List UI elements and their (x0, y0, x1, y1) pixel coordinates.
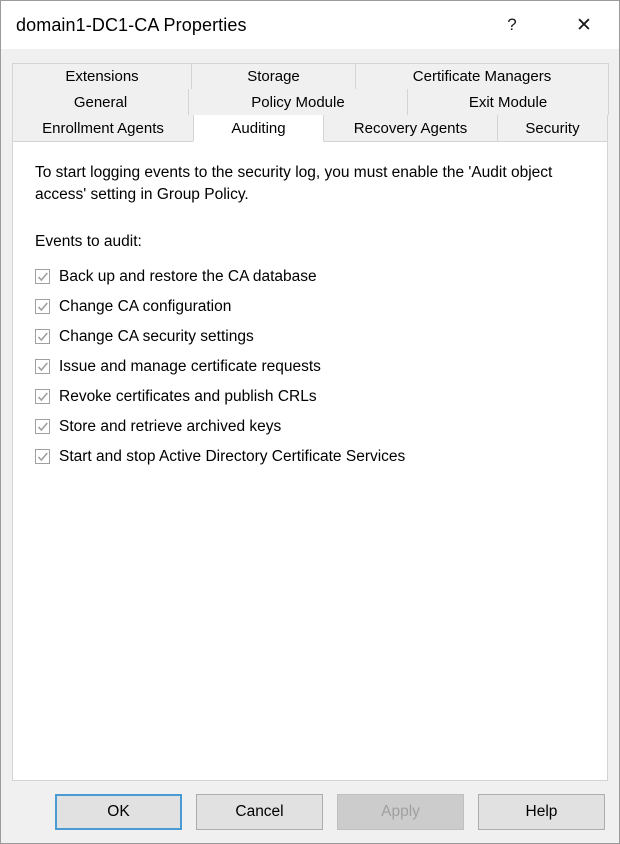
tab-certificate-managers[interactable]: Certificate Managers (355, 63, 609, 89)
checkbox-label: Issue and manage certificate requests (59, 357, 321, 375)
tab-storage[interactable]: Storage (191, 63, 356, 89)
tab-policy-module[interactable]: Policy Module (188, 89, 408, 115)
checkbox-row[interactable]: Issue and manage certificate requests (35, 352, 585, 382)
checkbox-label: Start and stop Active Directory Certific… (59, 447, 406, 465)
checkbox-label: Change CA security settings (59, 327, 254, 345)
apply-button: Apply (337, 794, 464, 830)
checkbox-label: Back up and restore the CA database (59, 267, 317, 285)
tab-extensions[interactable]: Extensions (12, 63, 192, 89)
tab-auditing[interactable]: Auditing (193, 115, 324, 142)
checkbox-row[interactable]: Back up and restore the CA database (35, 262, 585, 292)
tab-row-3: Enrollment Agents Auditing Recovery Agents… (12, 115, 608, 142)
close-icon[interactable]: ✕ (561, 5, 607, 45)
dialog-footer: OK Cancel Apply Help (1, 781, 619, 843)
checkbox-row[interactable]: Store and retrieve archived keys (35, 412, 585, 442)
help-icon[interactable]: ? (489, 5, 535, 45)
title-bar-buttons: ? ✕ (489, 1, 619, 49)
auditing-tab-panel: To start logging events to the security … (12, 141, 608, 781)
checkbox-checked-icon[interactable] (35, 359, 50, 375)
tab-security[interactable]: Security (497, 115, 608, 141)
cancel-button[interactable]: Cancel (196, 794, 323, 830)
checkbox-row[interactable]: Start and stop Active Directory Certific… (35, 442, 585, 472)
tab-general[interactable]: General (12, 89, 189, 115)
properties-dialog: domain1-DC1-CA Properties ? ✕ Extensions… (0, 0, 620, 844)
checkbox-checked-icon[interactable] (35, 389, 50, 405)
checkbox-checked-icon[interactable] (35, 329, 50, 345)
events-to-audit-label: Events to audit: (35, 232, 142, 250)
tab-recovery-agents[interactable]: Recovery Agents (323, 115, 498, 141)
tab-strip: Extensions Storage Certificate Managers Gen… (1, 49, 619, 142)
checkbox-row[interactable]: Revoke certificates and publish CRLs (35, 382, 585, 412)
title-bar: domain1-DC1-CA Properties ? ✕ (1, 1, 619, 49)
tab-row-2: General Policy Module Exit Module (12, 89, 609, 115)
checkbox-label: Store and retrieve archived keys (59, 417, 282, 435)
checkbox-label: Revoke certificates and publish CRLs (59, 387, 317, 405)
checkbox-checked-icon[interactable] (35, 419, 50, 435)
checkbox-checked-icon[interactable] (35, 449, 50, 465)
tab-exit-module[interactable]: Exit Module (407, 89, 609, 115)
tab-enrollment-agents[interactable]: Enrollment Agents (12, 115, 194, 141)
events-checkbox-list: Back up and restore the CA database Chang… (35, 262, 585, 472)
window-title: domain1-DC1-CA Properties (16, 14, 247, 35)
checkbox-row[interactable]: Change CA security settings (35, 322, 585, 352)
ok-button[interactable]: OK (55, 794, 182, 830)
help-button[interactable]: Help (478, 794, 605, 830)
checkbox-label: Change CA configuration (59, 297, 232, 315)
tab-row-1: Extensions Storage Certificate Managers (12, 63, 609, 89)
checkbox-row[interactable]: Change CA configuration (35, 292, 585, 322)
checkbox-checked-icon[interactable] (35, 299, 50, 315)
audit-description: To start logging events to the security … (35, 164, 553, 204)
checkbox-checked-icon[interactable] (35, 269, 50, 285)
